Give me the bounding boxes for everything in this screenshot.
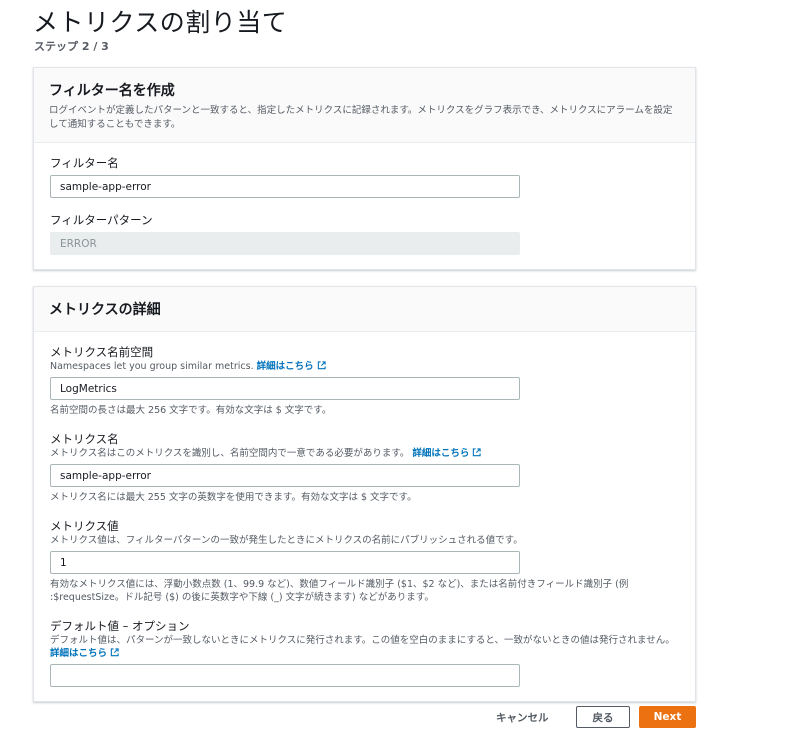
cancel-button[interactable]: キャンセル	[488, 706, 557, 728]
external-link-icon	[317, 361, 326, 370]
metric-name-learn-more-link[interactable]: 詳細はこちら	[412, 448, 482, 459]
filter-name-field: フィルター名	[50, 155, 679, 198]
filter-name-panel: フィルター名を作成 ログイベントが定義したパターンと一致すると、指定したメトリク…	[33, 67, 696, 270]
default-value-input[interactable]	[50, 664, 520, 687]
default-value-learn-more-link[interactable]: 詳細はこちら	[50, 648, 119, 659]
filter-panel-title: フィルター名を作成	[49, 83, 175, 99]
metric-name-hint: メトリクス名には最大 255 文字の英数字を使用できます。有効な文字は $ 文字…	[50, 492, 417, 503]
namespace-learn-more-link[interactable]: 詳細はこちら	[257, 361, 326, 372]
namespace-input[interactable]	[50, 377, 520, 400]
filter-pattern-field: フィルターパターン	[50, 212, 679, 255]
metric-name-description-text: メトリクス名はこのメトリクスを識別し、名前空間内で一意である必要があります。	[50, 448, 410, 459]
filter-name-label: フィルター名	[50, 156, 119, 170]
default-value-description: デフォルト値は、パターンが一致しないときにメトリクスに発行されます。この値を空白…	[50, 634, 679, 660]
metric-panel-title: メトリクスの詳細	[49, 302, 161, 318]
filter-panel-body: フィルター名 フィルターパターン	[34, 143, 695, 269]
namespace-link-text: 詳細はこちら	[256, 361, 314, 372]
metric-value-input[interactable]	[50, 551, 520, 574]
next-button[interactable]: Next	[639, 706, 696, 728]
metric-value-description: メトリクス値は、フィルターパターンの一致が発生したときにメトリクスの名前にパブリ…	[50, 535, 523, 546]
metric-name-description: メトリクス名はこのメトリクスを識別し、名前空間内で一意である必要があります。 詳…	[50, 447, 679, 460]
namespace-label: メトリクス名前空間	[50, 345, 154, 359]
page-title: メトリクスの割り当て	[33, 8, 288, 37]
filter-panel-header: フィルター名を作成 ログイベントが定義したパターンと一致すると、指定したメトリク…	[34, 68, 695, 143]
external-link-icon	[473, 448, 482, 457]
metric-details-panel: メトリクスの詳細 メトリクス名前空間 Namespaces let you gr…	[33, 286, 696, 702]
metric-name-input[interactable]	[50, 464, 520, 487]
namespace-hint: 名前空間の長さは最大 256 文字です。有効な文字は $ 文字です。	[50, 405, 332, 416]
metric-name-link-text: 詳細はこちら	[412, 448, 470, 459]
default-value-label: デフォルト値 – オプション	[50, 619, 190, 633]
step-indicator: ステップ 2 / 3	[34, 40, 109, 53]
filter-pattern-label: フィルターパターン	[50, 213, 153, 227]
external-link-icon	[110, 648, 119, 657]
metric-name-field: メトリクス名 メトリクス名はこのメトリクスを識別し、名前空間内で一意である必要が…	[50, 431, 679, 504]
namespace-description: Namespaces let you group similar metrics…	[50, 360, 679, 373]
default-value-description-text: デフォルト値は、パターンが一致しないときにメトリクスに発行されます。この値を空白…	[50, 635, 675, 646]
metric-value-field: メトリクス値 メトリクス値は、フィルターパターンの一致が発生したときにメトリクス…	[50, 518, 679, 604]
filter-panel-description: ログイベントが定義したパターンと一致すると、指定したメトリクスに記録されます。メ…	[49, 105, 673, 130]
metric-value-label: メトリクス値	[50, 519, 119, 533]
filter-pattern-input	[50, 232, 520, 255]
metric-panel-header: メトリクスの詳細	[34, 287, 695, 332]
default-value-field: デフォルト値 – オプション デフォルト値は、パターンが一致しないときにメトリク…	[50, 618, 679, 687]
back-button[interactable]: 戻る	[576, 706, 630, 728]
metric-value-hint: 有効なメトリクス値には、浮動小数点数 (1、99.9 など)、数値フィールド識別…	[50, 579, 629, 603]
metric-panel-body: メトリクス名前空間 Namespaces let you group simil…	[34, 332, 695, 701]
default-value-link-text: 詳細はこちら	[50, 648, 108, 659]
metric-name-label: メトリクス名	[50, 432, 119, 446]
filter-name-input[interactable]	[50, 175, 520, 198]
namespace-field: メトリクス名前空間 Namespaces let you group simil…	[50, 344, 679, 417]
wizard-footer: キャンセル 戻る Next	[0, 706, 800, 730]
namespace-description-text: Namespaces let you group similar metrics…	[50, 361, 254, 372]
